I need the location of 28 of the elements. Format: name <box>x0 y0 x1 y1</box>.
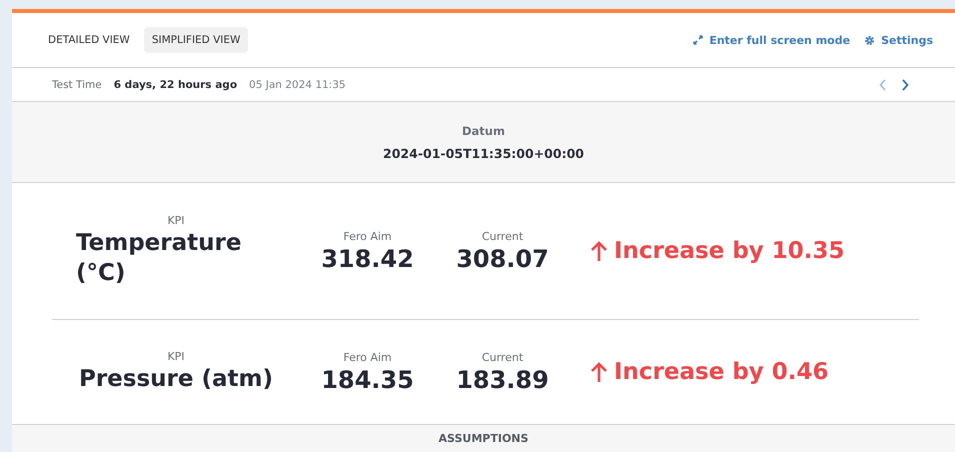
datum-value: 2024-01-05T11:35:00+00:00 <box>383 146 584 160</box>
current-label: Current <box>482 230 524 242</box>
kpi-label: KPI <box>167 214 185 227</box>
view-tab[interactable]: DETAILED VIEW <box>40 27 138 53</box>
expand-icon <box>693 35 704 45</box>
datum-label: Datum <box>462 124 505 138</box>
aim-label: Fero Aim <box>343 350 392 364</box>
test-time-label: Test Time <box>52 78 102 90</box>
up-arrow-icon <box>590 361 608 383</box>
up-arrow-icon <box>590 240 608 262</box>
view-tab[interactable]: SIMPLIFIED VIEW <box>144 27 248 53</box>
change-text: Increase by 10.35 <box>614 238 845 264</box>
relative-time: 6 days, 22 hours ago <box>114 78 238 90</box>
kpi-label: KPI <box>167 350 185 363</box>
current-value: 308.07 <box>456 244 549 272</box>
current-value: 183.89 <box>456 366 549 394</box>
aim-value: 184.35 <box>321 366 414 394</box>
aim-value: 318.42 <box>321 244 414 272</box>
current-label: Current <box>482 350 524 364</box>
section-title: ASSUMPTIONS <box>438 432 528 447</box>
action-link[interactable]: Enter full screen mode <box>693 34 850 46</box>
kpi-name: Temperature (°C) <box>76 228 242 288</box>
settings-icon <box>864 34 876 46</box>
test-date: 05 Jan 2024 11:35 <box>249 78 346 90</box>
kpi-name: Pressure (atm) <box>78 364 273 394</box>
aim-label: Fero Aim <box>343 230 392 242</box>
action-link[interactable]: Settings <box>864 34 933 46</box>
change-text: Increase by 0.46 <box>614 359 829 385</box>
